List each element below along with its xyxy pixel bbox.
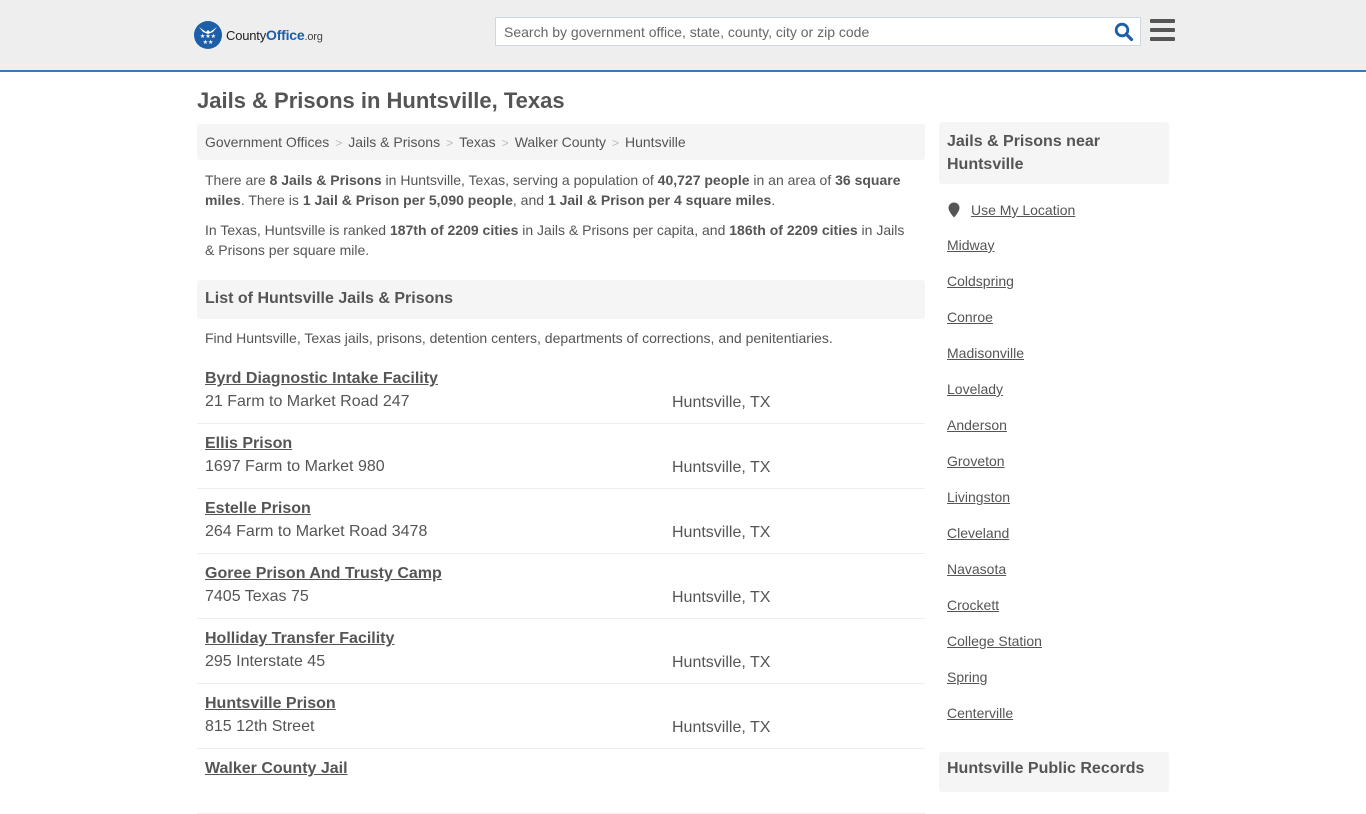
nearby-city-list: Midway Coldspring Conroe Madisonville Lo…: [939, 236, 1169, 722]
ranking-paragraph: In Texas, Huntsville is ranked 187th of …: [205, 220, 917, 260]
facility-address: 264 Farm to Market Road 3478: [205, 523, 428, 540]
breadcrumb: Government Offices > Jails & Prisons > Texas…: [197, 124, 925, 160]
summary-text: in an area of: [749, 172, 836, 188]
nearby-city-link[interactable]: Conroe: [947, 308, 993, 326]
facility-item: Byrd Diagnostic Intake Facility 21 Farm …: [197, 359, 925, 424]
breadcrumb-separator: >: [335, 136, 343, 150]
summary-text: . There is: [240, 192, 303, 208]
highlighted-stat: 187th of 2209 cities: [389, 222, 519, 238]
facility-address: 7405 Texas 75: [205, 588, 309, 605]
search-icon: [1114, 22, 1134, 42]
facility-item: Goree Prison And Trusty Camp 7405 Texas …: [197, 554, 925, 619]
facility-address: 815 12th Street: [205, 718, 315, 735]
highlighted-stat: 40,727 people: [657, 172, 750, 188]
facility-city: Huntsville, TX: [672, 719, 771, 736]
facility-address: 295 Interstate 45: [205, 653, 326, 670]
facility-city: Huntsville, TX: [672, 459, 771, 476]
facility-list: Byrd Diagnostic Intake Facility 21 Farm …: [197, 359, 925, 814]
search-button[interactable]: [1114, 22, 1134, 42]
breadcrumb-separator: >: [611, 136, 619, 150]
facility-name-link[interactable]: Holliday Transfer Facility: [205, 630, 394, 648]
breadcrumb-separator: >: [501, 136, 509, 150]
breadcrumb-jails-prisons[interactable]: Jails & Prisons: [348, 134, 440, 150]
nearby-city-link[interactable]: Spring: [947, 668, 987, 686]
search-input[interactable]: [496, 18, 1096, 45]
summary-text: in Huntsville, Texas, serving a populati…: [381, 172, 658, 188]
facility-item: Walker County Jail: [197, 749, 925, 814]
facility-name-link[interactable]: Walker County Jail: [205, 760, 348, 778]
search-bar: [495, 17, 1141, 46]
list-heading: List of Huntsville Jails & Prisons: [197, 280, 925, 319]
use-location-row: Use My Location: [939, 202, 1169, 218]
facility-name-link[interactable]: Byrd Diagnostic Intake Facility: [205, 370, 438, 388]
facility-item: Holliday Transfer Facility 295 Interstat…: [197, 619, 925, 684]
hamburger-menu-icon[interactable]: [1150, 19, 1175, 41]
page-title: Jails & Prisons in Huntsville, Texas: [197, 88, 565, 113]
site-header: ★★★ ★★ CountyOffice.org: [0, 0, 1366, 72]
nearby-city-link[interactable]: Centerville: [947, 704, 1013, 722]
nearby-heading: Jails & Prisons near Huntsville: [939, 122, 1169, 184]
logo-wordmark: CountyOffice.org: [226, 27, 323, 43]
nearby-city-link[interactable]: Midway: [947, 236, 994, 254]
main-content: Government Offices > Jails & Prisons > Texas…: [197, 124, 925, 814]
nearby-city-link[interactable]: Lovelady: [947, 380, 1003, 398]
breadcrumb-separator: >: [446, 136, 454, 150]
facility-name-link[interactable]: Goree Prison And Trusty Camp: [205, 565, 442, 583]
facility-name-link[interactable]: Ellis Prison: [205, 435, 292, 453]
list-description: Find Huntsville, Texas jails, prisons, d…: [205, 330, 833, 346]
highlighted-stat: 1 Jail & Prison per 4 square miles: [547, 192, 772, 208]
facility-item: Estelle Prison 264 Farm to Market Road 3…: [197, 489, 925, 554]
highlighted-stat: 186th of 2209 cities: [729, 222, 858, 238]
use-my-location-link[interactable]: Use My Location: [971, 202, 1075, 218]
nearby-city-link[interactable]: Madisonville: [947, 344, 1024, 362]
intro-summary: There are 8 Jails & Prisons in Huntsvill…: [197, 170, 925, 260]
highlighted-stat: 1 Jail & Prison per 5,090 people: [302, 192, 513, 208]
nearby-city-link[interactable]: Cleveland: [947, 524, 1009, 542]
breadcrumb-texas[interactable]: Texas: [459, 134, 496, 150]
facility-name-link[interactable]: Huntsville Prison: [205, 695, 336, 713]
nearby-city-link[interactable]: Livingston: [947, 488, 1010, 506]
facility-name-link[interactable]: Estelle Prison: [205, 500, 311, 518]
nearby-city-link[interactable]: College Station: [947, 632, 1042, 650]
nearby-city-link[interactable]: Coldspring: [947, 272, 1014, 290]
facility-city: Huntsville, TX: [672, 524, 771, 541]
highlighted-stat: 8 Jails & Prisons: [269, 172, 382, 188]
breadcrumb-huntsville[interactable]: Huntsville: [625, 134, 686, 150]
site-logo[interactable]: ★★★ ★★ CountyOffice.org: [194, 21, 323, 49]
facility-item: Ellis Prison 1697 Farm to Market 980 Hun…: [197, 424, 925, 489]
public-records-heading: Huntsville Public Records: [939, 752, 1169, 792]
summary-text: There are: [205, 172, 270, 188]
facility-address: 1697 Farm to Market 980: [205, 458, 385, 475]
eagle-stars-badge-icon: ★★★ ★★: [194, 21, 222, 49]
breadcrumb-government-offices[interactable]: Government Offices: [205, 134, 329, 150]
summary-paragraph: There are 8 Jails & Prisons in Huntsvill…: [205, 170, 917, 210]
map-pin-icon: [948, 202, 960, 218]
nearby-city-link[interactable]: Navasota: [947, 560, 1006, 578]
facility-city: Huntsville, TX: [672, 654, 771, 671]
facility-item: Huntsville Prison 815 12th Street Huntsv…: [197, 684, 925, 749]
nearby-city-link[interactable]: Anderson: [947, 416, 1007, 434]
summary-text: .: [771, 192, 776, 208]
summary-text: In Texas, Huntsville is ranked: [205, 222, 390, 238]
facility-city: Huntsville, TX: [672, 589, 771, 606]
nearby-city-link[interactable]: Crockett: [947, 596, 999, 614]
facility-city: Huntsville, TX: [672, 394, 771, 411]
facility-address: 21 Farm to Market Road 247: [205, 393, 410, 410]
nearby-city-link[interactable]: Groveton: [947, 452, 1005, 470]
breadcrumb-walker-county[interactable]: Walker County: [515, 134, 606, 150]
summary-text: , and: [512, 192, 548, 208]
sidebar: Jails & Prisons near Huntsville Use My L…: [939, 122, 1169, 792]
summary-text: in Jails & Prisons per capita, and: [518, 222, 730, 238]
